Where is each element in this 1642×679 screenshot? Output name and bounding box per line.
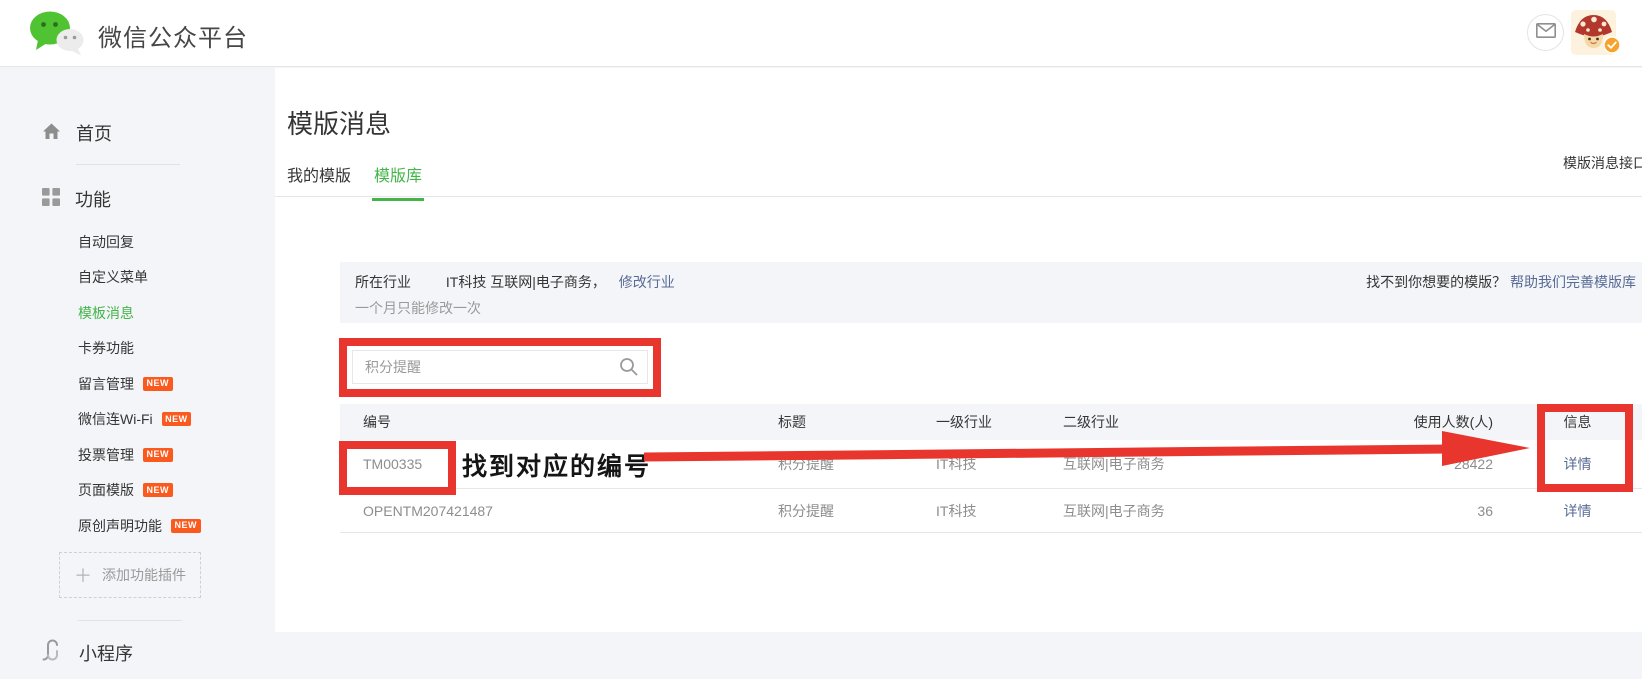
- cell-template-title: 积分提醒: [778, 501, 936, 521]
- add-plugin-label: 添加功能插件: [102, 565, 186, 585]
- mini-program-label: 小程序: [79, 640, 133, 666]
- envelope-icon: [1536, 23, 1556, 43]
- platform-logo-link[interactable]: 微信公众平台: [28, 10, 248, 61]
- template-message-api-link[interactable]: 模版消息接口: [1563, 153, 1642, 173]
- plus-icon: ＋: [74, 562, 92, 588]
- col-header-title: 标题: [778, 412, 936, 432]
- template-search: [352, 350, 648, 384]
- tab-template-library[interactable]: 模版库: [374, 162, 422, 186]
- table-header-row: 编号 标题 一级行业 二级行业 使用人数(人) 信息: [340, 404, 1642, 440]
- detail-link[interactable]: 详情: [1564, 456, 1592, 472]
- mail-button[interactable]: [1527, 14, 1564, 51]
- industry-value: IT科技 互联网|电子商务，: [446, 274, 606, 290]
- platform-title: 微信公众平台: [98, 18, 248, 53]
- sidebar-item-mini-program[interactable]: 小程序: [40, 638, 133, 667]
- industry-label: 所在行业: [355, 274, 411, 290]
- sidebar-divider: [78, 620, 182, 621]
- new-badge: NEW: [143, 483, 173, 497]
- sidebar-divider: [76, 164, 180, 165]
- cell-industry2: 互联网|电子商务: [1063, 501, 1395, 521]
- improve-library-link[interactable]: 帮助我们完善模版库: [1510, 274, 1636, 290]
- search-input[interactable]: [352, 350, 648, 384]
- industry-note: 一个月只能修改一次: [355, 298, 481, 318]
- sidebar-item-page-template[interactable]: 页面模版NEW: [78, 473, 258, 509]
- col-header-industry2: 二级行业: [1063, 412, 1395, 432]
- col-header-users: 使用人数(人): [1395, 412, 1513, 432]
- new-badge: NEW: [143, 448, 173, 462]
- sidebar-item-home[interactable]: 首页: [42, 120, 112, 146]
- col-header-industry1: 一级行业: [936, 412, 1063, 432]
- add-plugin-button[interactable]: ＋ 添加功能插件: [59, 552, 201, 598]
- tab-my-templates[interactable]: 我的模版: [287, 162, 351, 186]
- cell-industry1: IT科技: [936, 501, 1063, 521]
- user-avatar[interactable]: [1571, 10, 1616, 55]
- search-icon[interactable]: [619, 357, 638, 381]
- sidebar-item-template-message[interactable]: 模板消息: [78, 295, 258, 331]
- mini-program-icon: [40, 638, 64, 667]
- sidebar-item-wechat-wifi[interactable]: 微信连Wi-FiNEW: [78, 402, 258, 438]
- sidebar-features-label: 功能: [75, 186, 111, 212]
- home-icon: [42, 122, 61, 145]
- feedback-question-text: 找不到你想要的模版？: [1366, 274, 1506, 290]
- sidebar-item-auto-reply[interactable]: 自动回复: [78, 224, 258, 260]
- industry-line: 所在行业 IT科技 互联网|电子商务， 修改行业: [355, 272, 675, 292]
- cell-template-id: OPENTM207421487: [340, 503, 778, 519]
- header-actions: [1527, 14, 1564, 51]
- top-header-bar: 微信公众平台: [0, 0, 1642, 67]
- sidebar-item-vote-management[interactable]: 投票管理NEW: [78, 437, 258, 473]
- industry-info-bar: 所在行业 IT科技 互联网|电子商务， 修改行业 一个月只能修改一次 找不到你想…: [340, 262, 1642, 323]
- wechat-mp-template-library-page: 微信公众平台: [0, 0, 1642, 679]
- tabs-divider: [275, 196, 1642, 197]
- new-badge: NEW: [171, 519, 201, 533]
- cell-user-count: 28422: [1395, 456, 1513, 472]
- col-header-id: 编号: [340, 412, 778, 432]
- sidebar-item-card-coupon[interactable]: 卡券功能: [78, 331, 258, 367]
- detail-link[interactable]: 详情: [1564, 503, 1592, 519]
- col-header-info: 信息: [1513, 412, 1642, 432]
- sidebar-submenu: 自动回复 自定义菜单 模板消息 卡券功能 留言管理NEW 微信连Wi-FiNEW…: [78, 224, 258, 544]
- sidebar-item-features[interactable]: 功能: [42, 186, 111, 212]
- sidebar-item-original-statement[interactable]: 原创声明功能NEW: [78, 508, 258, 544]
- page-title: 模版消息: [287, 104, 391, 141]
- new-badge: NEW: [143, 377, 173, 391]
- sidebar-item-comment-management[interactable]: 留言管理NEW: [78, 366, 258, 402]
- table-row: OPENTM207421487 积分提醒 IT科技 互联网|电子商务 36 详情: [340, 489, 1642, 533]
- grid-icon: [42, 188, 60, 211]
- verified-check-icon: [1603, 36, 1621, 59]
- template-feedback: 找不到你想要的模版？ 帮助我们完善模版库: [1366, 272, 1636, 292]
- cell-template-title: 积分提醒: [778, 454, 936, 474]
- annotation-note: 找到对应的编号: [462, 447, 651, 483]
- sidebar-item-custom-menu[interactable]: 自定义菜单: [78, 260, 258, 296]
- cell-industry2: 互联网|电子商务: [1063, 454, 1395, 474]
- modify-industry-link[interactable]: 修改行业: [619, 274, 675, 290]
- wechat-logo-icon: [28, 10, 86, 61]
- cell-industry1: IT科技: [936, 454, 1063, 474]
- new-badge: NEW: [162, 412, 192, 426]
- cell-user-count: 36: [1395, 503, 1513, 519]
- sidebar-home-label: 首页: [76, 120, 112, 146]
